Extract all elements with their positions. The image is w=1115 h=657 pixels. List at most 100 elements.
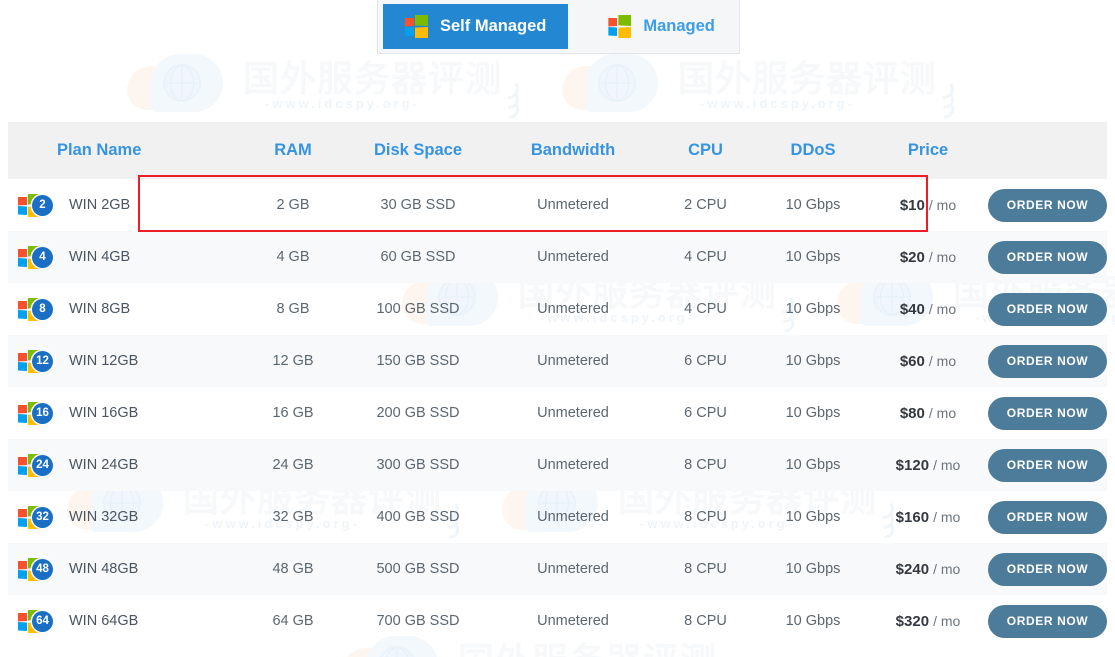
table-row: 32 WIN 32GB 32 GB 400 GB SSD Unmetered 8 CPU 1…: [8, 491, 1107, 543]
price-amount: $120: [895, 456, 930, 474]
table-row: 2 WIN 2GB 2 GB 30 GB SSD Unmetered 2 CPU 10 Gb…: [8, 179, 1107, 231]
watermark-cloud-icon: [560, 52, 678, 118]
cell-price: $320 / mo: [868, 613, 988, 630]
price-amount: $240: [895, 560, 930, 578]
plan-size-badge: 12: [32, 350, 53, 372]
cell-order: ORDER NOW: [988, 188, 1107, 222]
order-now-button[interactable]: ORDER NOW: [988, 240, 1107, 274]
cell-disk-space: 400 GB SSD: [376, 509, 460, 525]
cell-ram: 2 GB: [276, 197, 310, 213]
cell-cpu: 8 CPU: [684, 561, 727, 577]
table-row: 48 WIN 48GB 48 GB 500 GB SSD Unmetered 8 CPU 1…: [8, 543, 1107, 595]
cell-ddos: 10 Gbps: [785, 353, 841, 369]
cell-disk-space: 60 GB SSD: [380, 249, 456, 265]
watermark-cloud-icon: [125, 52, 243, 118]
table-row: 16 WIN 16GB 16 GB 200 GB SSD Unmetered 6 CPU 1…: [8, 387, 1107, 439]
cell-price: $20 / mo: [868, 249, 988, 266]
plan-size-badge: 16: [32, 402, 53, 424]
cell-order: ORDER NOW: [988, 344, 1107, 378]
table-body: 2 WIN 2GB 2 GB 30 GB SSD Unmetered 2 CPU 10 Gb…: [8, 179, 1107, 647]
cell-order: ORDER NOW: [988, 448, 1107, 482]
cell-order: ORDER NOW: [988, 396, 1107, 430]
cell-ram: 32 GB: [272, 509, 314, 525]
plan-icon-group: 32: [18, 506, 60, 529]
price-period: / mo: [928, 352, 957, 369]
watermark: 国外服务器评测-www.idcspy.org-: [560, 48, 990, 126]
table-header-row: Plan Name RAM Disk Space Bandwidth CPU D…: [8, 122, 1107, 179]
tab-self-managed-label: Self Managed: [440, 16, 547, 35]
cell-plan-name: 4 WIN 4GB: [8, 246, 243, 269]
price-period: / mo: [928, 300, 957, 317]
cell-ram: 16 GB: [272, 405, 314, 421]
order-now-button[interactable]: ORDER NOW: [988, 552, 1107, 586]
cell-disk-space: 100 GB SSD: [376, 301, 460, 317]
tab-self-managed[interactable]: Self Managed: [383, 3, 569, 49]
cell-ram: 12 GB: [272, 353, 314, 369]
cell-price: $80 / mo: [868, 405, 988, 422]
plan-type-tabbar: Self Managed Managed: [377, 0, 740, 54]
cell-bandwidth: Unmetered: [537, 301, 609, 317]
cell-plan-name: 48 WIN 48GB: [8, 558, 243, 581]
price-amount: $20: [899, 248, 925, 266]
tab-managed[interactable]: Managed: [586, 4, 737, 49]
cell-bandwidth: Unmetered: [537, 197, 609, 213]
column-header-plan-name: Plan Name: [57, 141, 142, 159]
cell-cpu: 4 CPU: [684, 249, 727, 265]
cell-plan-name: 24 WIN 24GB: [8, 454, 243, 477]
plan-name-label: WIN 12GB: [69, 353, 139, 369]
cell-cpu: 8 CPU: [684, 509, 727, 525]
price-amount: $160: [895, 508, 930, 526]
plan-icon-group: 2: [18, 194, 60, 217]
cell-ram: 4 GB: [276, 249, 310, 265]
cell-plan-name: 12 WIN 12GB: [8, 350, 243, 373]
cell-ddos: 10 Gbps: [785, 249, 841, 265]
plan-icon-group: 24: [18, 454, 60, 477]
plan-name-label: WIN 32GB: [69, 509, 139, 525]
cell-ram: 24 GB: [272, 457, 314, 473]
cell-ddos: 10 Gbps: [785, 457, 841, 473]
plan-icon-group: 12: [18, 350, 60, 373]
cell-plan-name: 16 WIN 16GB: [8, 402, 243, 425]
watermark-swoosh-icon: [706, 652, 768, 657]
cell-price: $40 / mo: [868, 301, 988, 318]
watermark-title: 国外服务器评测: [243, 59, 503, 100]
cell-bandwidth: Unmetered: [537, 457, 609, 473]
price-amount: $10: [899, 196, 925, 214]
cell-ddos: 10 Gbps: [785, 509, 841, 525]
price-period: / mo: [933, 508, 961, 525]
cell-bandwidth: Unmetered: [537, 509, 609, 525]
cell-cpu: 6 CPU: [684, 405, 727, 421]
order-now-button[interactable]: ORDER NOW: [988, 396, 1107, 430]
watermark-url: -www.idcspy.org-: [700, 96, 855, 111]
cell-disk-space: 300 GB SSD: [376, 457, 460, 473]
cell-disk-space: 700 GB SSD: [376, 613, 460, 629]
order-now-button[interactable]: ORDER NOW: [988, 292, 1107, 326]
cell-order: ORDER NOW: [988, 552, 1107, 586]
cell-bandwidth: Unmetered: [537, 405, 609, 421]
plan-icon-group: 8: [18, 298, 60, 321]
order-now-button[interactable]: ORDER NOW: [988, 604, 1107, 638]
cell-bandwidth: Unmetered: [537, 561, 609, 577]
plan-size-badge: 2: [32, 194, 53, 216]
plan-name-label: WIN 64GB: [69, 613, 139, 629]
order-now-button[interactable]: ORDER NOW: [988, 448, 1107, 482]
plan-name-label: WIN 8GB: [69, 301, 131, 317]
cell-price: $120 / mo: [868, 457, 988, 474]
table-row: 12 WIN 12GB 12 GB 150 GB SSD Unmetered 6 CPU 1…: [8, 335, 1107, 387]
column-header-disk-space: Disk Space: [373, 141, 463, 159]
order-now-button[interactable]: ORDER NOW: [988, 188, 1107, 222]
cell-price: $10 / mo: [868, 197, 988, 214]
cell-ram: 8 GB: [276, 301, 310, 317]
column-header-ram: RAM: [274, 141, 312, 159]
cell-ddos: 10 Gbps: [785, 301, 841, 317]
plan-size-badge: 64: [32, 610, 53, 632]
plan-icon-group: 4: [18, 246, 60, 269]
order-now-button[interactable]: ORDER NOW: [988, 344, 1107, 378]
plan-icon-group: 48: [18, 558, 60, 581]
order-now-button[interactable]: ORDER NOW: [988, 500, 1107, 534]
cell-order: ORDER NOW: [988, 240, 1107, 274]
cell-cpu: 4 CPU: [684, 301, 727, 317]
price-amount: $60: [899, 352, 925, 370]
table-row: 4 WIN 4GB 4 GB 60 GB SSD Unmetered 4 CPU 10 Gb…: [8, 231, 1107, 283]
plan-name-label: WIN 2GB: [69, 197, 131, 213]
